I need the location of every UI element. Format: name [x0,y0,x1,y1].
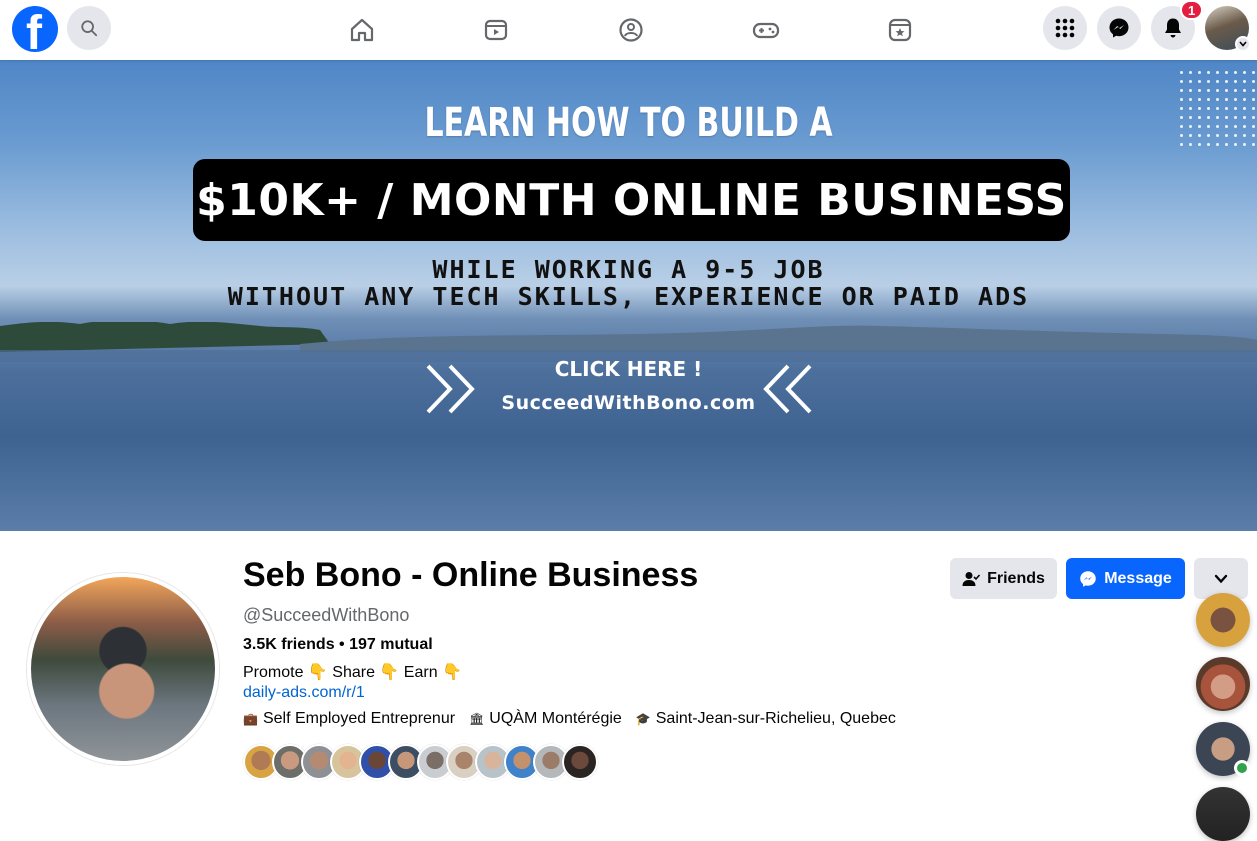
detail-education: 🎓 Saint-Jean-sur-Richelieu, Quebec [636,710,896,728]
cover-site-url: SucceedWithBono.com [501,392,756,414]
profile-bio: Promote 👇 Share 👇 Earn 👇 [243,664,462,681]
grid-menu-icon [1055,18,1075,38]
detail-work: 💼 Self Employed Entreprenur [243,710,455,728]
cover-headline: LEARN HOW TO BUILD A [424,100,833,146]
school-icon: 🏛 [469,712,485,726]
facebook-logo[interactable]: f [12,6,58,52]
search-button[interactable] [67,6,111,50]
profile-picture[interactable] [27,573,219,765]
chat-head[interactable] [1196,722,1250,776]
cover-cta: CLICK HERE ! [554,357,703,381]
profile-name: Seb Bono - Online Business [243,556,699,594]
groups-icon [619,18,643,42]
message-button[interactable]: Message [1066,558,1185,599]
chat-head[interactable] [1196,787,1250,841]
bookmark-star-icon [888,18,912,42]
cover-highlight-box: $10K+ / MONTH ONLINE BUSINESS [193,159,1070,241]
nav-marketplace-button[interactable] [878,8,922,52]
cover-subline-2: WITHOUT ANY TECH SKILLS, EXPERIENCE OR P… [227,282,1030,311]
graduation-cap-icon: 🎓 [635,712,651,726]
friends-button[interactable]: Friends [950,558,1057,599]
home-icon [350,18,374,42]
video-icon [484,19,508,41]
game-controller-icon [752,22,780,39]
mutual-friend-avatar[interactable] [562,744,598,780]
bell-icon [1165,18,1181,38]
menu-button[interactable] [1043,6,1087,50]
profile-handle: @SucceedWithBono [243,605,410,625]
mutual-friends-avatars [243,744,598,780]
detail-work-text: Self Employed Entreprenur [262,710,456,727]
double-chevron-left-icon [763,364,812,414]
cover-dot-pattern [1177,68,1257,148]
profile-details: 💼 Self Employed Entreprenur 🏛 UQÀM Monté… [243,710,896,728]
cover-subline-1: WHILE WORKING A 9-5 JOB [432,255,825,284]
messenger-icon [1109,18,1129,38]
messenger-button[interactable] [1097,6,1141,50]
detail-school: 🏛 UQÀM Montérégie [469,710,622,728]
message-button-label: Message [1104,569,1172,587]
online-status-indicator [1234,760,1250,776]
cover-main-headline: $10K+ / MONTH ONLINE BUSINESS [196,174,1067,226]
messenger-icon [1080,570,1096,587]
friends-count[interactable]: 3.5K friends • 197 mutual [243,636,433,654]
account-avatar[interactable] [1205,6,1251,52]
search-icon [81,20,98,37]
cover-landscape [0,322,1257,362]
chat-head[interactable] [1196,593,1250,647]
friends-button-label: Friends [987,569,1045,587]
notification-badge: 1 [1180,0,1204,20]
chat-head[interactable] [1196,657,1250,711]
detail-education-text[interactable]: Saint-Jean-sur-Richelieu, Quebec [656,710,896,728]
briefcase-icon: 💼 [243,712,258,726]
profile-website-link[interactable]: daily-ads.com/r/1 [243,684,365,702]
chevron-down-icon [1235,36,1251,52]
top-navigation-bar: f 1 [0,0,1257,60]
nav-gaming-button[interactable] [744,8,788,52]
nav-video-button[interactable] [474,8,518,52]
nav-groups-button[interactable] [609,8,653,52]
friend-check-icon [962,571,981,586]
detail-school-text[interactable]: UQÀM Montérégie [489,710,622,728]
facebook-logo-letter: f [26,7,42,53]
chevron-down-icon [1214,574,1228,583]
cover-photo[interactable]: LEARN HOW TO BUILD A $10K+ / MONTH ONLIN… [0,60,1257,531]
nav-home-button[interactable] [340,8,384,52]
